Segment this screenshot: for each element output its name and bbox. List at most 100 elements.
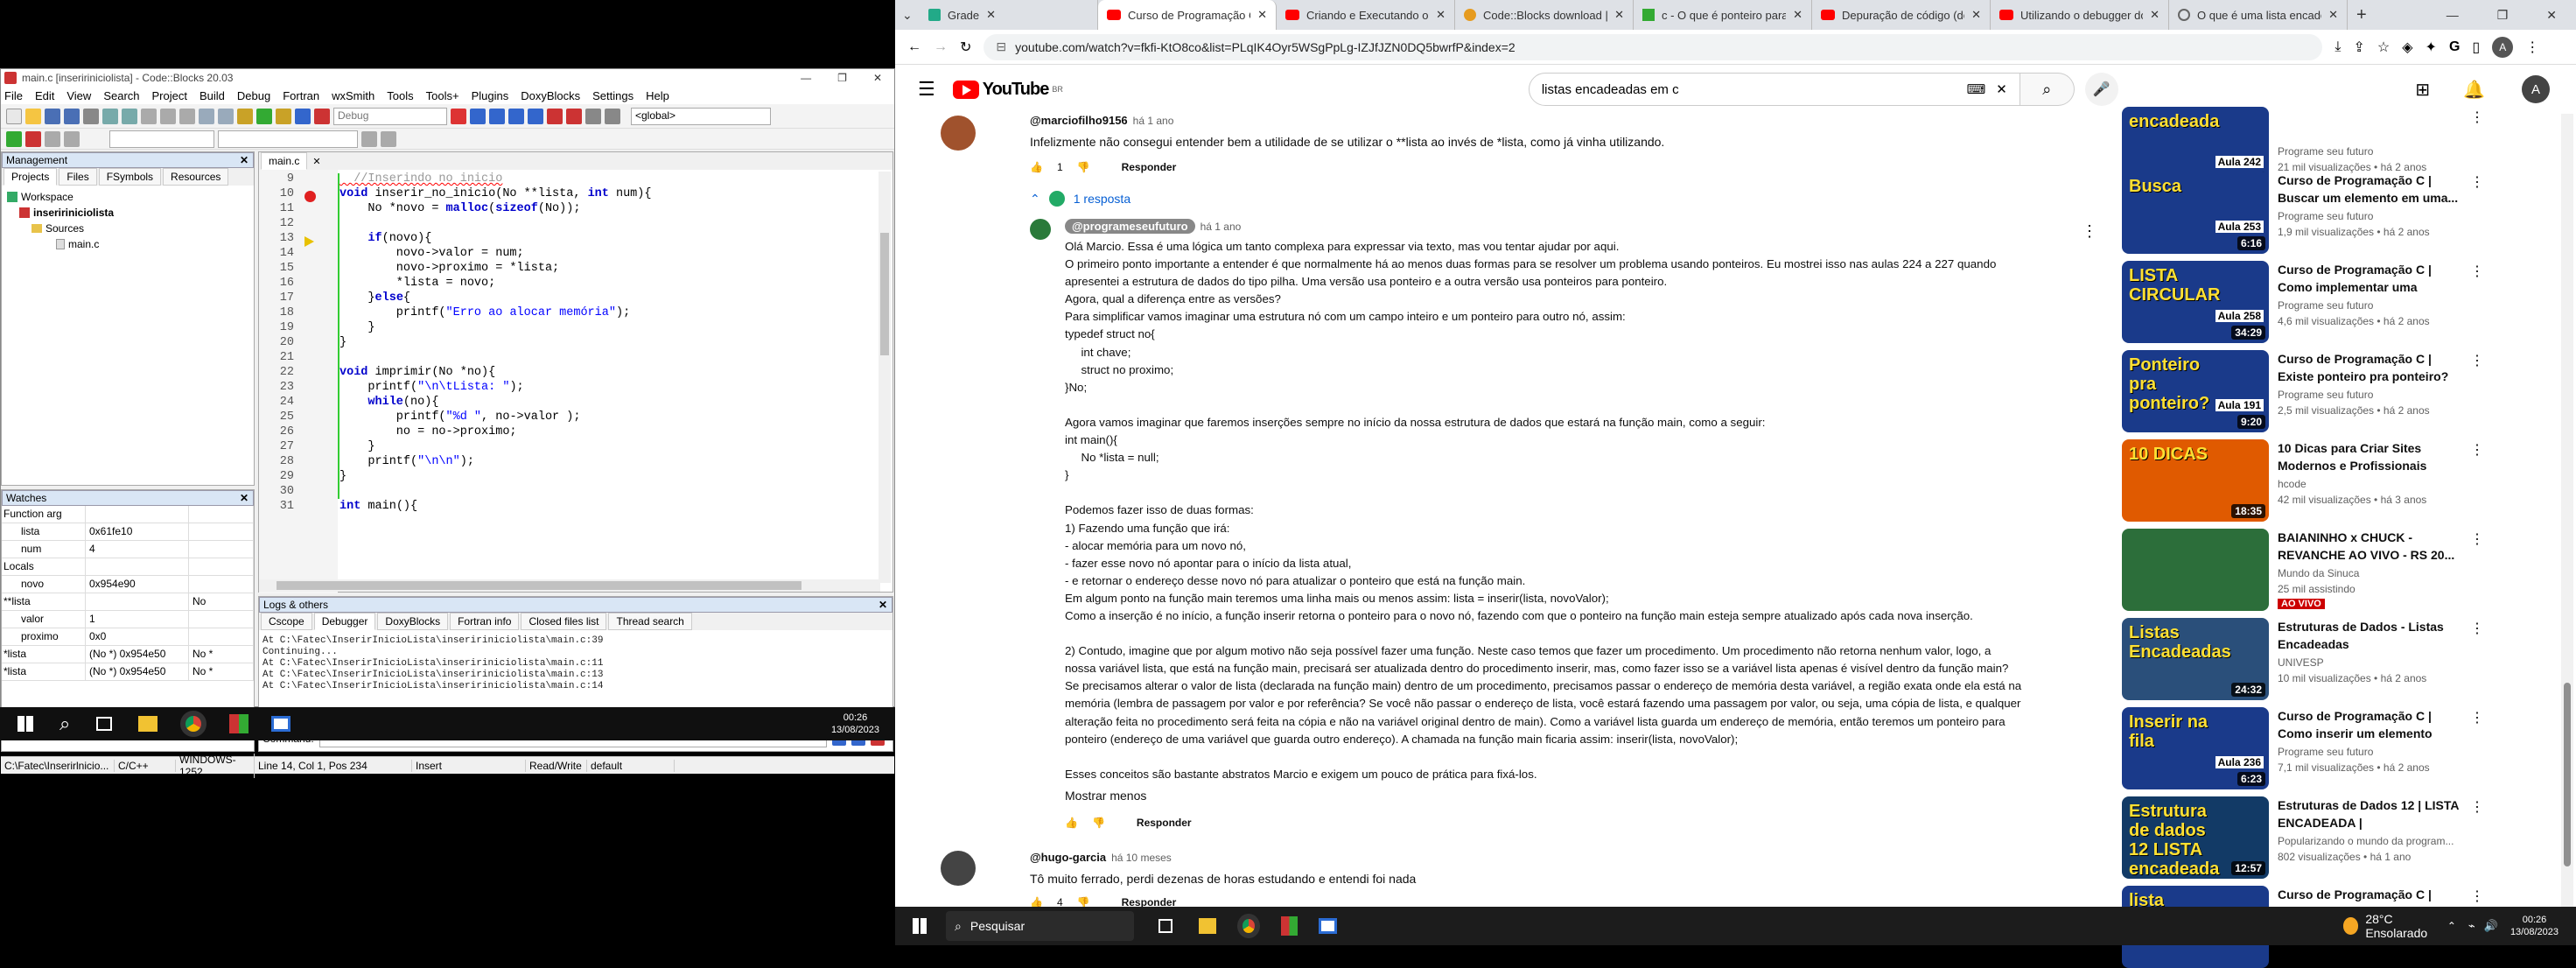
dislike-icon[interactable]: 👎 (1077, 896, 1090, 907)
code-line[interactable]: 9 //Inserindo no inicio (259, 172, 872, 186)
video-thumbnail[interactable]: LISTA CIRCULAR Aula 258 34:29 (2122, 261, 2269, 343)
new-file-icon[interactable] (6, 108, 22, 124)
code-line[interactable]: 12 (259, 216, 872, 231)
code-line[interactable]: 18 printf("Erro ao alocar memória"); (259, 305, 872, 320)
chrome-taskbar-icon[interactable] (180, 711, 207, 737)
menu-item-settings[interactable]: Settings (592, 89, 634, 102)
redo-icon[interactable] (122, 108, 137, 124)
code-line[interactable]: 13 if(novo){ (259, 231, 872, 246)
tab-debugger[interactable]: Debugger (313, 613, 376, 630)
side-panel-icon[interactable]: ▯ (2472, 39, 2480, 56)
close-tab-icon[interactable]: ✕ (1614, 8, 1624, 22)
jump-icon[interactable] (6, 130, 22, 147)
reply-author[interactable]: @programeseufuturo (1065, 219, 1195, 234)
video-title[interactable]: Curso de Programação C | Como inserir um… (2278, 707, 2463, 742)
video-thumbnail[interactable]: Ponteiro pra ponteiro? Aula 191 9:20 (2122, 350, 2269, 432)
related-video[interactable]: Listas Encadeadas 24:32 Estruturas de Dado… (2122, 618, 2576, 700)
tree-project[interactable]: inseririniciolista (7, 205, 248, 221)
paste-icon[interactable] (179, 108, 195, 124)
nav-forward-icon[interactable] (381, 130, 396, 147)
close-tab-icon[interactable]: ✕ (2150, 8, 2160, 22)
video-menu-icon[interactable]: ⋮ (2470, 887, 2484, 905)
video-menu-icon[interactable]: ⋮ (2470, 709, 2484, 726)
related-video[interactable]: Busca Aula 253 6:16 Curso de Programação C … (2122, 172, 2576, 254)
video-channel[interactable]: UNIVESP (2278, 656, 2324, 669)
video-channel[interactable]: Programe seu futuro (2278, 210, 2373, 222)
tree-workspace[interactable]: Workspace (7, 189, 248, 205)
video-channel[interactable]: Programe seu futuro (2278, 299, 2373, 312)
debug-windows-icon[interactable] (585, 108, 601, 124)
code-line[interactable]: 27 } (259, 439, 872, 454)
reload-icon[interactable]: ↻ (960, 39, 971, 56)
code-line[interactable]: 14 novo->valor = num; (259, 246, 872, 261)
video-thumbnail[interactable]: Inserir na fila Aula 236 6:23 (2122, 707, 2269, 789)
bookmark-icon[interactable] (45, 130, 60, 147)
stop-debugger-icon[interactable] (566, 108, 582, 124)
code-line[interactable]: 10 void inserir_no_inicio(No **lista, int… (259, 186, 872, 201)
tab-projects[interactable]: Projects (4, 168, 58, 186)
tab-files[interactable]: Files (59, 168, 97, 186)
back-icon[interactable]: ← (907, 39, 921, 55)
extensions-puzzle-icon[interactable]: ✦ (2426, 39, 2437, 56)
editor-vscrollbar[interactable] (878, 172, 891, 583)
voice-search-button[interactable]: 🎤 (2084, 73, 2118, 106)
close-file-icon[interactable] (83, 108, 99, 124)
maximize-icon[interactable]: ❐ (837, 72, 847, 84)
close-tab-icon[interactable]: ✕ (1436, 8, 1446, 22)
video-menu-icon[interactable]: ⋮ (2470, 530, 2484, 548)
comment-time[interactable]: há 10 meses (1111, 852, 1172, 864)
scope-select[interactable]: <global> (631, 107, 771, 125)
run-to-cursor-icon[interactable] (470, 108, 486, 124)
video-title[interactable]: Curso de Programação C | (2278, 886, 2463, 903)
step-into-icon[interactable] (508, 108, 524, 124)
video-thumbnail[interactable]: Estrutura de dados 12 LISTA encadeada 12:… (2122, 796, 2269, 879)
file-explorer-icon[interactable] (1199, 918, 1216, 934)
find-icon[interactable] (199, 108, 214, 124)
window-taskbar-icon[interactable] (1319, 918, 1337, 934)
replies-toggle[interactable]: ⌃ 1 resposta (1030, 191, 1130, 207)
comment-author[interactable]: @marciofilho9156 (1030, 114, 1128, 127)
video-channel[interactable]: Popularizando o mundo da program... (2278, 835, 2454, 847)
browser-tab[interactable]: O que é uma lista encade ✕ (2169, 0, 2348, 30)
watch-row[interactable]: lista 0x61fe10 (2, 523, 254, 541)
tree-folder[interactable]: Sources (7, 221, 248, 236)
menu-item-debug[interactable]: Debug (237, 89, 270, 102)
file-explorer-icon[interactable] (138, 716, 158, 732)
menu-item-help[interactable]: Help (646, 89, 669, 102)
tab-fortran-info[interactable]: Fortran info (450, 613, 520, 630)
code-line[interactable]: 29} (259, 469, 872, 484)
related-video[interactable]: BAIANINHO x CHUCK - REVANCHE AO VIVO - R… (2122, 529, 2576, 611)
install-icon[interactable]: ⤓ (2334, 39, 2341, 55)
video-title[interactable]: Curso de Programação C | Como implementa… (2278, 261, 2463, 296)
close-tab-icon[interactable]: ✕ (2328, 8, 2338, 22)
window-taskbar-icon[interactable] (271, 716, 291, 732)
video-channel[interactable]: Mundo da Sinuca (2278, 567, 2359, 579)
site-info-icon[interactable]: ⊟ (996, 39, 1006, 54)
menu-item-doxyblocks[interactable]: DoxyBlocks (521, 89, 580, 102)
browser-tab[interactable]: Utilizando o debugger do ✕ (1991, 0, 2169, 30)
watch-row[interactable]: **lista No (2, 593, 254, 611)
code-line[interactable]: 30 (259, 484, 872, 499)
like-icon[interactable]: 👍 (1030, 896, 1043, 907)
code-line[interactable]: 19 } (259, 320, 872, 335)
tab-fsymbols[interactable]: FSymbols (98, 168, 162, 186)
video-channel[interactable]: hcode (2278, 478, 2306, 490)
codeblocks-taskbar-icon[interactable] (229, 714, 249, 733)
weather-widget[interactable]: 28°C Ensolarado (2342, 912, 2447, 940)
reply-button[interactable]: Responder (1137, 817, 1192, 829)
menu-item-tools[interactable]: Tools+ (426, 89, 459, 102)
dislike-icon[interactable]: 👎 (1092, 817, 1105, 829)
code-line[interactable]: 22 void imprimir(No *no){ (259, 365, 872, 380)
editor-hscrollbar[interactable] (259, 579, 880, 592)
like-icon[interactable]: 👍 (1065, 817, 1078, 829)
comment-menu-icon[interactable]: ⋮ (2082, 222, 2097, 241)
menu-item-wxsmith[interactable]: wxSmith (332, 89, 374, 102)
browser-tab[interactable]: c - O que é ponteiro para ✕ (1634, 0, 1812, 30)
video-title[interactable]: Curso de Programação C | Buscar um eleme… (2278, 172, 2463, 207)
undo-icon[interactable] (102, 108, 118, 124)
video-menu-icon[interactable]: ⋮ (2470, 352, 2484, 369)
browser-tab[interactable]: Curso de Programação C | ✕ (1098, 0, 1277, 30)
build-run-icon[interactable] (276, 108, 291, 124)
code-line[interactable]: 15 novo->proximo = *lista; (259, 261, 872, 276)
close-tab-icon[interactable]: ✕ (986, 8, 996, 22)
